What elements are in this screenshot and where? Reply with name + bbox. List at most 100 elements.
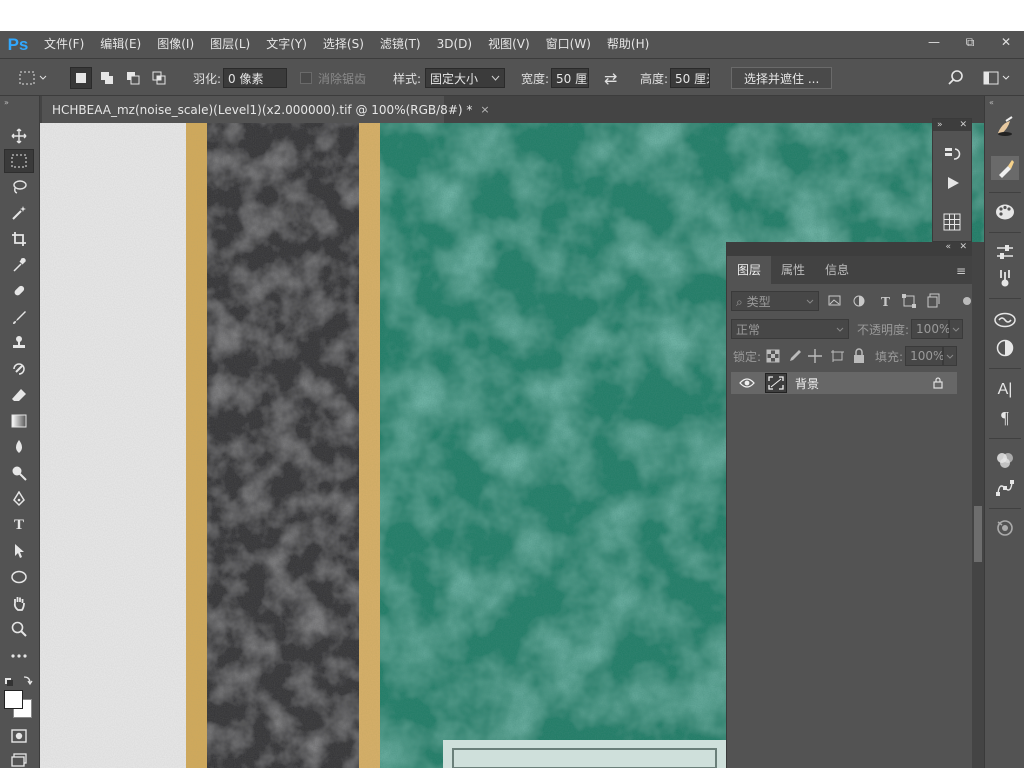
- menu-file[interactable]: 文件(F): [36, 31, 92, 58]
- menu-filter[interactable]: 滤镜(T): [372, 31, 429, 58]
- restore-button[interactable]: ⧉: [952, 31, 988, 53]
- move-tool[interactable]: [4, 124, 34, 148]
- blend-mode-select[interactable]: 正常: [731, 319, 849, 339]
- path-selection-tool[interactable]: [4, 539, 34, 563]
- lasso-tool[interactable]: [4, 175, 34, 199]
- menu-type[interactable]: 文字(Y): [258, 31, 315, 58]
- swatches-icon[interactable]: [991, 336, 1019, 360]
- tool-preset-picker[interactable]: [18, 59, 48, 97]
- channels-icon[interactable]: [991, 266, 1019, 290]
- close-panel-icon[interactable]: ✕: [959, 242, 967, 252]
- history-icon[interactable]: [943, 145, 963, 168]
- paragraph-icon[interactable]: ¶: [991, 406, 1019, 430]
- antialias-checkbox[interactable]: [300, 72, 312, 84]
- screen-mode-button[interactable]: [4, 748, 34, 768]
- add-selection-button[interactable]: [96, 67, 118, 89]
- eyedropper-icon: [13, 258, 26, 272]
- color-swap-controls[interactable]: [4, 674, 34, 688]
- close-window-button[interactable]: ✕: [988, 31, 1024, 53]
- quick-mask-button[interactable]: [4, 724, 34, 748]
- more-tools-button[interactable]: [4, 644, 34, 668]
- hand-tool[interactable]: [4, 591, 34, 615]
- menu-window[interactable]: 窗口(W): [538, 31, 599, 58]
- select-and-mask-button[interactable]: 选择并遮住 ...: [731, 67, 833, 89]
- rectangular-marquee-tool[interactable]: [4, 149, 34, 173]
- menu-layer[interactable]: 图层(L): [202, 31, 258, 58]
- collapse-dock-icon[interactable]: «: [989, 98, 994, 107]
- workspace-switcher[interactable]: [982, 59, 1012, 97]
- adjustments-icon[interactable]: [991, 240, 1019, 264]
- filter-toggle-icon[interactable]: [963, 297, 971, 305]
- collapse-toolbox-icon[interactable]: »: [4, 98, 9, 107]
- menu-select[interactable]: 选择(S): [315, 31, 372, 58]
- paths-icon[interactable]: [991, 476, 1019, 500]
- clone-stamp-tool[interactable]: [4, 331, 34, 355]
- eraser-tool[interactable]: [4, 383, 34, 407]
- fill-dropdown[interactable]: [943, 346, 958, 366]
- quick-mask-icon: [11, 729, 27, 743]
- tab-layers[interactable]: 图层: [727, 256, 772, 284]
- crop-tool[interactable]: [4, 227, 34, 251]
- feather-input[interactable]: 0 像素: [223, 68, 288, 88]
- menu-edit[interactable]: 编辑(E): [92, 31, 149, 58]
- panel-menu-icon[interactable]: ≡: [956, 264, 966, 278]
- blur-tool[interactable]: [4, 435, 34, 459]
- style-value: 固定大小: [430, 71, 479, 86]
- minimize-button[interactable]: —: [916, 31, 952, 53]
- close-icon[interactable]: ✕: [959, 120, 967, 130]
- expand-icon[interactable]: »: [937, 120, 943, 130]
- grid-icon[interactable]: [943, 213, 961, 234]
- eye-icon[interactable]: [739, 377, 755, 389]
- options-bar: 羽化: 0 像素 消除锯齿 样式: 固定大小 宽度: 50 厘米 ⇄ 高度: 5…: [0, 58, 1024, 96]
- character-icon[interactable]: A|: [991, 378, 1019, 402]
- type-tool[interactable]: T: [4, 513, 34, 537]
- layer-filter-select[interactable]: ⌕ 类型: [731, 291, 819, 311]
- menu-help[interactable]: 帮助(H): [599, 31, 657, 58]
- brush-presets-icon[interactable]: [991, 114, 1019, 138]
- lock-options[interactable]: [765, 348, 869, 364]
- opacity-dropdown[interactable]: [949, 319, 964, 339]
- close-document-icon[interactable]: ×: [480, 103, 489, 116]
- libraries-icon[interactable]: [991, 308, 1019, 332]
- dodge-tool[interactable]: [4, 461, 34, 485]
- gradient-tool[interactable]: [4, 409, 34, 433]
- eyedropper-tool[interactable]: [4, 253, 34, 277]
- menu-view[interactable]: 视图(V): [480, 31, 538, 58]
- foreground-color-swatch[interactable]: [4, 690, 23, 709]
- height-input[interactable]: 50 厘米: [670, 68, 711, 88]
- scrollbar-thumb[interactable]: [974, 506, 982, 562]
- layer-filter-icons[interactable]: T: [827, 293, 957, 309]
- pen-tool[interactable]: [4, 487, 34, 511]
- history-brush-tool[interactable]: [4, 357, 34, 381]
- layers-scrollbar[interactable]: [972, 242, 984, 768]
- collapse-panel-icon[interactable]: «: [945, 242, 951, 252]
- ellipse-icon: [11, 570, 27, 584]
- color-swatches[interactable]: [4, 690, 34, 720]
- play-action-icon[interactable]: [945, 175, 961, 194]
- subtract-selection-button[interactable]: [122, 67, 144, 89]
- document-tab[interactable]: HCHBEAA_mz(noise_scale)(Level1)(x2.00000…: [42, 96, 490, 123]
- layer-comps-icon[interactable]: [991, 448, 1019, 472]
- healing-brush-tool[interactable]: [4, 279, 34, 303]
- fill-input[interactable]: 100%: [905, 346, 944, 366]
- properties-dock-icon[interactable]: [991, 516, 1019, 540]
- swap-dimensions-button[interactable]: ⇄: [604, 59, 617, 97]
- ellipse-tool[interactable]: [4, 565, 34, 589]
- new-selection-button[interactable]: [70, 67, 92, 89]
- fill-label: 填充:: [875, 349, 904, 364]
- brush-settings-icon[interactable]: [991, 156, 1019, 180]
- opacity-input[interactable]: 100%: [911, 319, 950, 339]
- layer-row-background[interactable]: 背景: [731, 372, 957, 394]
- style-select[interactable]: 固定大小: [425, 68, 506, 88]
- tab-info[interactable]: 信息: [815, 256, 859, 284]
- search-button[interactable]: [947, 59, 965, 97]
- magic-wand-tool[interactable]: [4, 201, 34, 225]
- tab-properties[interactable]: 属性: [771, 256, 815, 284]
- color-palette-icon[interactable]: [991, 200, 1019, 224]
- width-input[interactable]: 50 厘米: [551, 68, 590, 88]
- menu-3d[interactable]: 3D(D): [429, 31, 480, 58]
- menu-image[interactable]: 图像(I): [149, 31, 202, 58]
- brush-tool[interactable]: [4, 305, 34, 329]
- zoom-tool[interactable]: [4, 617, 34, 641]
- intersect-selection-button[interactable]: [148, 67, 170, 89]
